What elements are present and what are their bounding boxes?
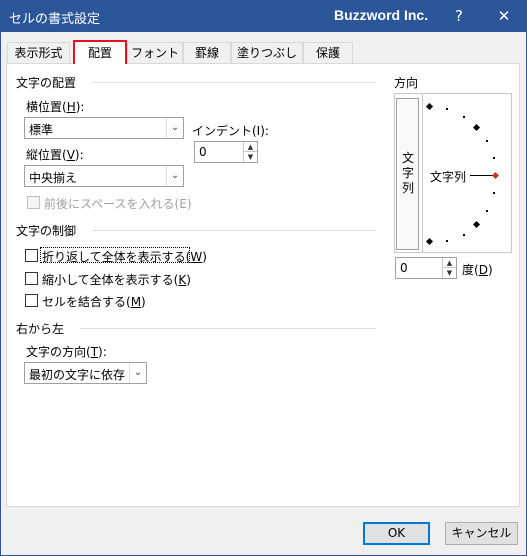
vertical-text-label: 文 字 列 — [402, 151, 414, 196]
title-bar: セルの書式設定 Buzzword Inc. ? ✕ — [0, 0, 527, 32]
rtl-section-title: 右から左 — [16, 322, 65, 336]
orientation-text-label: 文字列 — [430, 170, 467, 184]
angle-dot[interactable] — [446, 240, 448, 242]
vertical-label: 縦位置(V): — [26, 148, 84, 162]
wrap-text-label: 折り返して全体を表示する(W) — [42, 250, 207, 264]
spin-up-icon[interactable]: ▲ — [244, 142, 257, 152]
vertical-align-select[interactable]: 中央揃え ⌄ — [24, 165, 184, 187]
merge-cells-label: セルを結合する(M) — [42, 295, 146, 309]
distributed-label: 前後にスペースを入れる(E) — [44, 197, 192, 211]
angle-dot[interactable] — [486, 210, 488, 212]
chevron-down-icon[interactable]: ⌄ — [166, 118, 183, 138]
merge-cells-checkbox[interactable] — [25, 294, 38, 307]
brand-watermark: Buzzword Inc. — [334, 7, 429, 23]
angle-dot[interactable] — [493, 192, 495, 194]
tab-protection[interactable]: 保護 — [303, 42, 353, 64]
horizontal-align-select[interactable]: 標準 ⌄ — [24, 117, 184, 139]
degrees-label: 度(D) — [462, 263, 493, 277]
shrink-to-fit-label: 縮小して全体を表示する(K) — [42, 273, 191, 287]
degrees-value: 0 — [400, 261, 408, 275]
angle-dot[interactable] — [493, 157, 495, 159]
angle-dot[interactable] — [486, 140, 488, 142]
angle-dot[interactable] — [446, 108, 448, 110]
degrees-stepper[interactable]: 0 ▲ ▼ — [395, 257, 457, 279]
alignment-section-title: 文字の配置 — [16, 76, 77, 90]
indent-stepper[interactable]: 0 ▲ ▼ — [194, 141, 258, 163]
indent-value: 0 — [199, 145, 207, 159]
wrap-text-checkbox[interactable] — [25, 249, 38, 262]
tab-alignment[interactable]: 配置 — [73, 40, 127, 64]
vertical-text-button[interactable]: 文 字 列 — [396, 98, 419, 250]
window-title: セルの書式設定 — [9, 12, 101, 27]
help-button[interactable]: ? — [436, 0, 482, 32]
angle-dot[interactable] — [463, 234, 465, 236]
ok-button[interactable]: OK — [363, 522, 430, 545]
alignment-divider — [92, 82, 376, 83]
rtl-divider — [80, 328, 376, 329]
degrees-spin-buttons: ▲ ▼ — [442, 258, 456, 278]
orientation-pointer — [470, 175, 494, 176]
vertical-align-value: 中央揃え — [29, 171, 78, 185]
tab-fill[interactable]: 塗りつぶし — [231, 42, 303, 64]
vertical-char: 文 — [402, 151, 415, 165]
horizontal-label: 横位置(H): — [26, 100, 85, 114]
spin-down-icon[interactable]: ▼ — [244, 152, 257, 162]
tab-border[interactable]: 罫線 — [183, 42, 231, 64]
orientation-section-title: 方向 — [394, 76, 419, 90]
text-direction-select[interactable]: 最初の文字に依存 ⌄ — [24, 362, 147, 384]
control-section-title: 文字の制御 — [16, 224, 77, 238]
text-direction-label: 文字の方向(T): — [26, 345, 107, 359]
chevron-down-icon[interactable]: ⌄ — [166, 166, 183, 186]
indent-spin-buttons: ▲ ▼ — [243, 142, 257, 162]
cancel-button[interactable]: キャンセル — [445, 522, 518, 545]
angle-dot[interactable] — [463, 116, 465, 118]
horizontal-align-value: 標準 — [29, 123, 54, 137]
tab-font[interactable]: フォント — [127, 42, 183, 64]
shrink-to-fit-checkbox[interactable] — [25, 272, 38, 285]
spin-up-icon[interactable]: ▲ — [443, 258, 456, 268]
text-direction-value: 最初の文字に依存 — [29, 368, 126, 382]
control-divider — [92, 230, 376, 231]
vertical-char: 列 — [402, 181, 415, 195]
chevron-down-icon[interactable]: ⌄ — [129, 363, 146, 383]
distributed-checkbox — [27, 196, 40, 209]
spin-down-icon[interactable]: ▼ — [443, 268, 456, 278]
close-button[interactable]: ✕ — [481, 0, 527, 32]
tab-number-format[interactable]: 表示形式 — [7, 42, 70, 64]
indent-label: インデント(I): — [192, 124, 269, 138]
vertical-char: 字 — [402, 166, 415, 180]
